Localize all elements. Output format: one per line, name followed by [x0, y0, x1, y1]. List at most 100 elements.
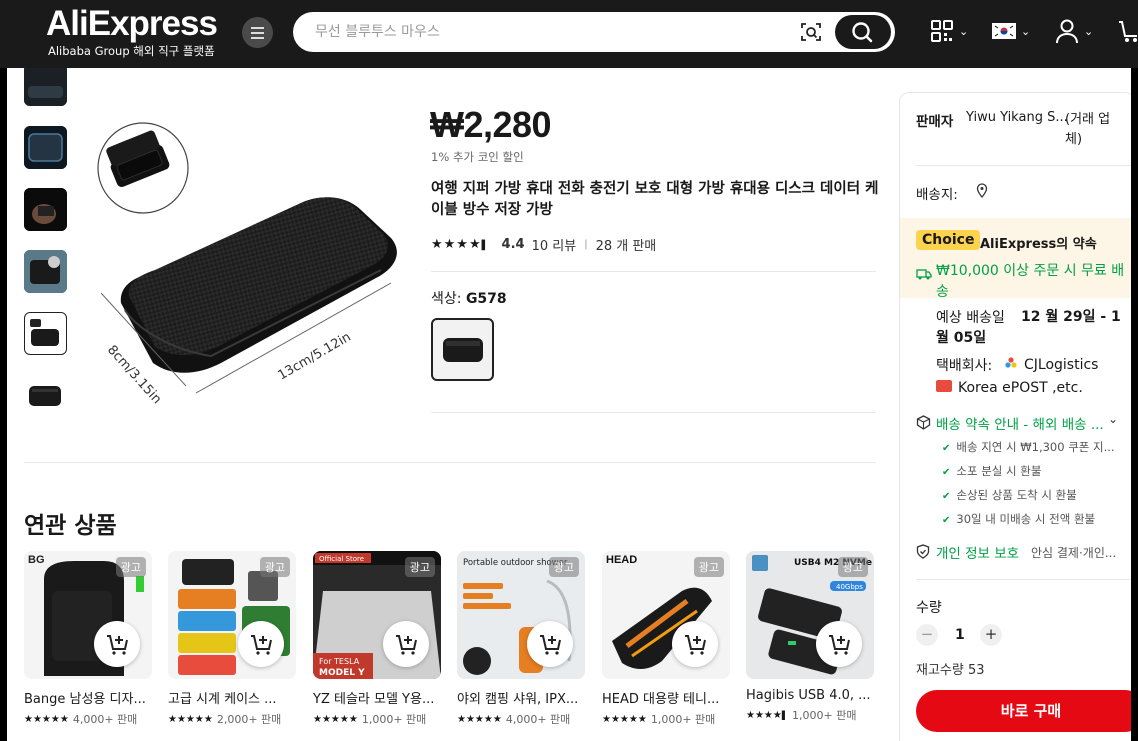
- quantity-value[interactable]: 1: [955, 627, 965, 643]
- check-icon: ✔: [942, 515, 951, 526]
- stars-icon: ★★★★★: [313, 713, 358, 725]
- thumbnail-5-selected[interactable]: [24, 312, 67, 355]
- choice-badge: Choice: [916, 230, 981, 250]
- add-to-cart-button[interactable]: [816, 621, 862, 667]
- search-button[interactable]: [835, 15, 891, 49]
- divider: [24, 462, 876, 463]
- product-name[interactable]: 야외 캠핑 샤워, IPX...: [457, 688, 587, 707]
- product-content: 8cm/3.15in 13cm/5.12in ₩2,280 1% 추가 코인 할…: [7, 68, 1131, 741]
- privacy-link[interactable]: 개인 정보 보호: [936, 542, 1019, 562]
- thumbnail-2[interactable]: [24, 126, 67, 169]
- delivery-guarantee-link[interactable]: 배송 약속 안내 - 해외 배송 ...: [936, 413, 1104, 433]
- add-to-cart-button[interactable]: [238, 621, 284, 667]
- chevron-down-icon: ⌄: [959, 24, 969, 38]
- chevron-down-icon[interactable]: ⌄: [1108, 412, 1118, 426]
- add-cart-icon: [107, 635, 128, 655]
- product-image[interactable]: Portable outdoor shower 광고: [457, 551, 585, 679]
- ad-badge: 광고: [404, 557, 435, 577]
- product-name[interactable]: HEAD 대용량 테니...: [602, 688, 732, 707]
- dimension-label-2: 13cm/5.12in: [276, 330, 354, 384]
- quantity-increase-button[interactable]: +: [980, 624, 1002, 646]
- add-to-cart-button[interactable]: [527, 621, 573, 667]
- product-image[interactable]: USB4 M2 NVMe 40Gbps 광고: [746, 551, 874, 679]
- product-name[interactable]: Bange 남성용 디자...: [24, 688, 154, 707]
- color-selector-label: 색상: G578: [431, 288, 507, 308]
- related-card-5[interactable]: HEAD 광고 HEAD 대용량 테니... ★★★★★ 1,000+ 판매: [602, 551, 730, 727]
- cart-icon: [1119, 21, 1137, 42]
- user-icon: [1056, 19, 1078, 44]
- guarantee-item-3: ✔ 손상된 상품 도착 시 환불: [942, 487, 1077, 503]
- add-cart-icon: [396, 635, 417, 655]
- usb-speed-text: 40Gbps: [836, 583, 863, 591]
- related-card-1[interactable]: BG 광고 Bange 남성용 디자... ★★★★★ 4,000+ 판매: [24, 551, 152, 727]
- color-value: G578: [465, 291, 507, 307]
- purchase-panel: 판매자 Yiwu Yikang S... (거래 업체) 배송지: Choice…: [899, 92, 1131, 741]
- product-rating: ★★★★★ 4,000+ 판매: [457, 711, 585, 727]
- page: AliExpress Alibaba Group 해외 직구 플랫폼 ⌄ ⌄ ⌄: [0, 0, 1138, 741]
- sold-count: 4,000+ 판매: [505, 713, 571, 726]
- add-cart-icon: [685, 635, 706, 655]
- related-card-2[interactable]: 광고 고급 시계 케이스 ... ★★★★★ 2,000+ 판매: [168, 551, 296, 727]
- product-rating: ★★★★★ 2,000+ 판매: [168, 711, 296, 727]
- privacy-subtext: 안심 결제·개인...: [1031, 546, 1117, 560]
- region-selector[interactable]: ⌄: [992, 16, 1030, 46]
- add-cart-icon: [540, 635, 561, 655]
- product-image[interactable]: 광고: [168, 551, 296, 679]
- buy-now-button[interactable]: 바로 구매: [916, 690, 1131, 732]
- aliexpress-logo[interactable]: AliExpress: [46, 4, 218, 44]
- location-pin-icon[interactable]: [976, 183, 988, 203]
- product-image[interactable]: HEAD 광고: [602, 551, 730, 679]
- product-rating: ★★★★★ 1,000+ 판매: [602, 711, 730, 727]
- top-header: AliExpress Alibaba Group 해외 직구 플랫폼 ⌄ ⌄ ⌄: [0, 0, 1138, 68]
- product-name[interactable]: YZ 테슬라 모델 Y용...: [313, 688, 443, 707]
- ad-badge: 광고: [548, 557, 579, 577]
- seller-label: 판매자: [916, 114, 954, 130]
- review-count[interactable]: 10 리뷰: [532, 235, 577, 254]
- add-cart-icon: [829, 635, 850, 655]
- qr-code-button[interactable]: ⌄: [930, 16, 968, 46]
- quantity-decrease-button[interactable]: −: [916, 624, 938, 646]
- official-store-text: Official Store: [319, 555, 364, 563]
- guarantee-text: 소포 분실 시 환불: [956, 464, 1042, 478]
- main-product-image[interactable]: 8cm/3.15in 13cm/5.12in: [91, 118, 411, 448]
- related-products-title: 연관 상품: [24, 513, 117, 539]
- sold-count: 2,000+ 판매: [216, 713, 282, 726]
- product-image[interactable]: BG 광고: [24, 551, 152, 679]
- product-image[interactable]: Official Store For TESLA MODEL Y 광고: [313, 551, 441, 679]
- related-card-3[interactable]: Official Store For TESLA MODEL Y 광고 YZ 테슬라…: [313, 551, 441, 727]
- related-card-6[interactable]: USB4 M2 NVMe 40Gbps 광고 Hagibis USB 4.0, .…: [746, 551, 874, 723]
- add-to-cart-button[interactable]: [94, 621, 140, 667]
- divider: [916, 165, 1131, 166]
- thumbnail-1[interactable]: [24, 68, 67, 106]
- add-to-cart-button[interactable]: [383, 621, 429, 667]
- seller-name[interactable]: Yiwu Yikang S...: [966, 110, 1068, 125]
- thumbnail-3[interactable]: [24, 188, 67, 231]
- thumbnail-6[interactable]: [24, 374, 67, 417]
- stars-icon: ★★★★★: [457, 713, 502, 725]
- related-card-4[interactable]: Portable outdoor shower 광고 야외 캠핑 샤워, IPX…: [457, 551, 585, 727]
- sold-count: 1,000+ 판매: [792, 709, 857, 722]
- product-name[interactable]: 고급 시계 케이스 ...: [168, 688, 298, 707]
- ad-badge: 광고: [693, 557, 724, 577]
- rating-row[interactable]: ★★★★▌ 4.4 10 리뷰 | 28 개 판매: [431, 235, 656, 254]
- stock-count: 재고수량 53: [916, 663, 985, 678]
- product-name[interactable]: Hagibis USB 4.0, ...: [746, 688, 876, 703]
- price: ₩2,280: [430, 104, 552, 145]
- carrier-label: 택배회사:: [936, 358, 993, 374]
- account-button[interactable]: ⌄: [1055, 16, 1093, 46]
- ad-badge: 광고: [115, 557, 146, 577]
- carrier-1: CJLogistics: [1024, 357, 1099, 373]
- search-input[interactable]: [315, 21, 755, 43]
- cart-button[interactable]: [1118, 16, 1138, 46]
- image-search-icon[interactable]: [800, 21, 822, 43]
- add-to-cart-button[interactable]: [672, 621, 718, 667]
- cj-logo-icon: [1004, 355, 1018, 369]
- color-option-g578[interactable]: [431, 318, 494, 381]
- shield-box-icon: [916, 415, 931, 434]
- menu-button[interactable]: [242, 17, 273, 48]
- thumbnail-4[interactable]: [24, 250, 67, 293]
- guarantee-item-4: ✔ 30일 내 미배송 시 전액 환불: [942, 511, 1095, 527]
- search-icon: [852, 22, 873, 43]
- product-rating: ★★★★★ 4,000+ 판매: [24, 711, 152, 727]
- divider: |: [584, 239, 588, 250]
